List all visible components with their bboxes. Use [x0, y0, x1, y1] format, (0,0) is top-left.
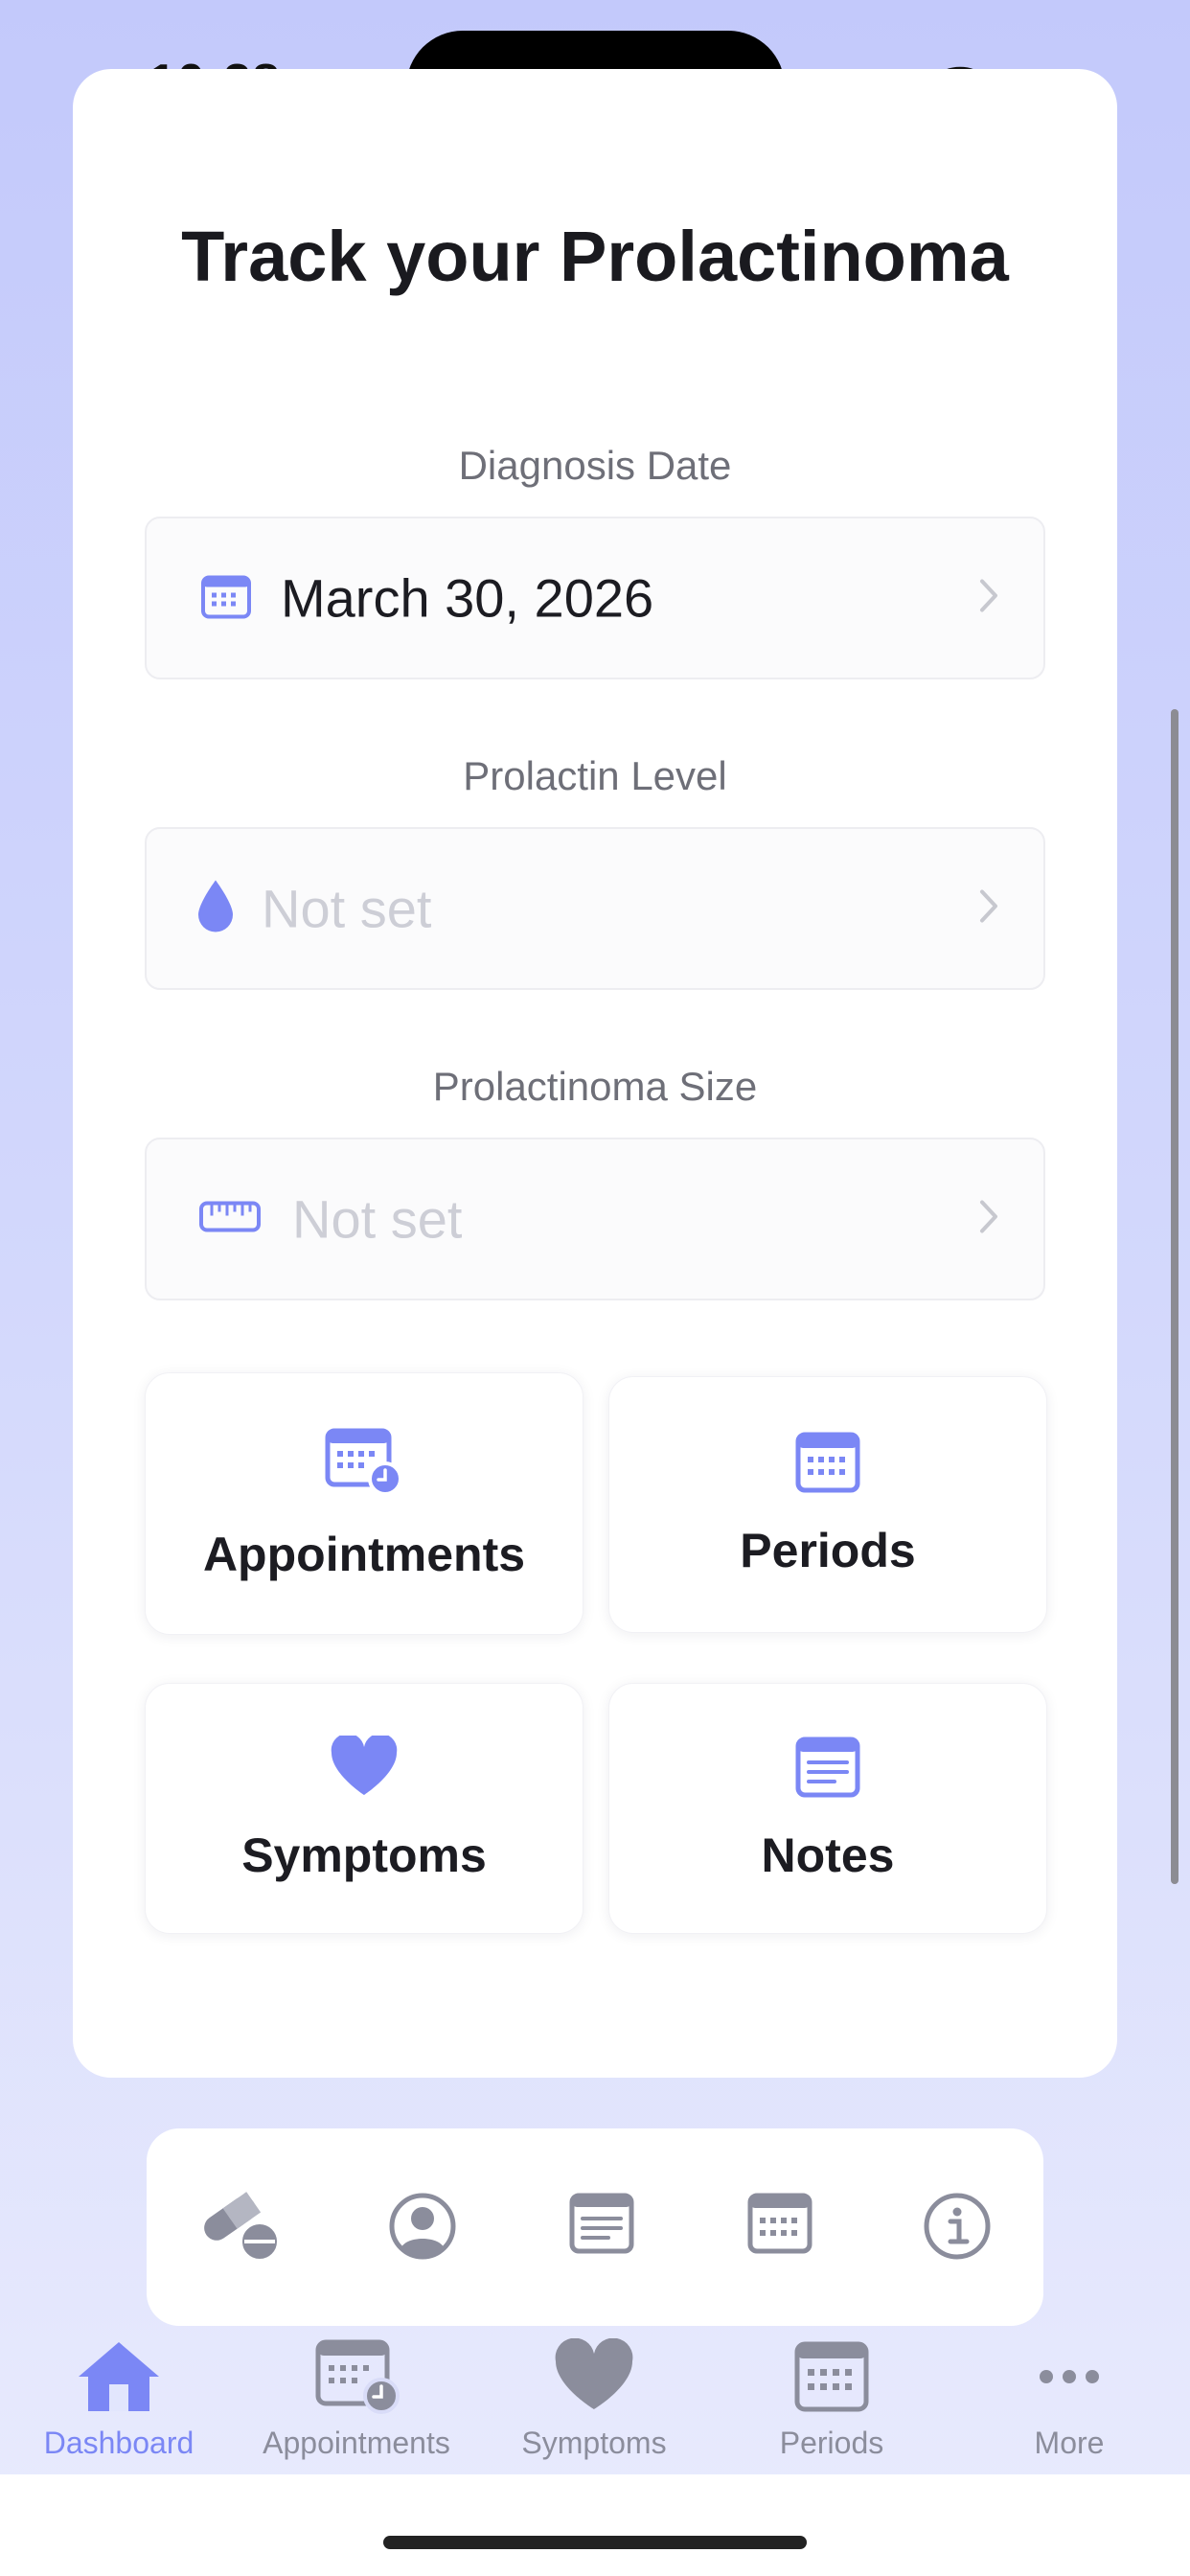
appointments-tile-label: Appointments [202, 1528, 526, 1581]
diagnosis-date-field[interactable]: March 30, 2026 [145, 517, 1045, 679]
scrollbar[interactable] [1171, 709, 1179, 1884]
page-title: Track your Prolactinoma [181, 217, 1009, 296]
heart-icon [550, 2337, 638, 2419]
info-icon[interactable] [923, 2192, 992, 2266]
tab-more-label: More [1034, 2426, 1105, 2460]
calendar-clock-icon [324, 1427, 404, 1501]
heart-icon [330, 1733, 399, 1802]
appointments-tile[interactable]: Appointments [145, 1372, 584, 1635]
ellipsis-icon [1025, 2370, 1113, 2419]
tab-dashboard-label: Dashboard [43, 2426, 195, 2460]
chevron-right-icon [978, 578, 999, 619]
house-icon [75, 2342, 163, 2419]
calendar-icon [794, 1431, 861, 1499]
note-icon [794, 1736, 861, 1804]
calendar-icon [200, 572, 252, 625]
tab-more[interactable]: More [950, 2338, 1188, 2461]
tab-dashboard[interactable]: Dashboard [0, 2338, 238, 2461]
calendar-clock-icon [312, 2339, 400, 2419]
diagnosis-date-value: March 30, 2026 [281, 567, 654, 629]
home-indicator[interactable] [383, 2536, 807, 2549]
pills-icon[interactable] [200, 2192, 281, 2267]
person-circle-icon[interactable] [388, 2192, 457, 2266]
prolactin-level-field[interactable]: Not set [145, 827, 1045, 990]
chevron-right-icon [978, 888, 999, 930]
prolactin-level-label: Prolactin Level [463, 753, 727, 798]
diagnosis-date-label: Diagnosis Date [458, 443, 732, 488]
ruler-icon [198, 1201, 262, 1238]
chevron-right-icon [978, 1199, 999, 1240]
tab-symptoms-label: Symptoms [521, 2426, 667, 2460]
tab-periods-label: Periods [779, 2426, 884, 2460]
tab-symptoms[interactable]: Symptoms [475, 2337, 713, 2461]
tab-appointments-label: Appointments [263, 2426, 450, 2460]
symptoms-tile-label: Symptoms [241, 1828, 487, 1882]
tab-appointments[interactable]: Appointments [238, 2338, 475, 2461]
prolactinoma-size-value: Not set [292, 1188, 463, 1250]
notes-tile[interactable]: Notes [608, 1683, 1047, 1934]
prolactinoma-size-field[interactable]: Not set [145, 1138, 1045, 1300]
calendar-icon [788, 2341, 876, 2419]
prolactin-level-value: Not set [262, 878, 432, 939]
quick-actions-toolbar [147, 2128, 1043, 2326]
drop-icon [196, 879, 235, 939]
periods-tile[interactable]: Periods [608, 1376, 1047, 1633]
note-icon[interactable] [568, 2192, 635, 2260]
periods-tile-label: Periods [740, 1524, 916, 1577]
notes-tile-label: Notes [761, 1828, 895, 1882]
symptoms-tile[interactable]: Symptoms [145, 1683, 584, 1934]
home-indicator-area [0, 2474, 1190, 2576]
prolactinoma-size-label: Prolactinoma Size [432, 1064, 758, 1109]
tab-periods[interactable]: Periods [713, 2338, 950, 2461]
calendar-icon[interactable] [746, 2192, 813, 2260]
